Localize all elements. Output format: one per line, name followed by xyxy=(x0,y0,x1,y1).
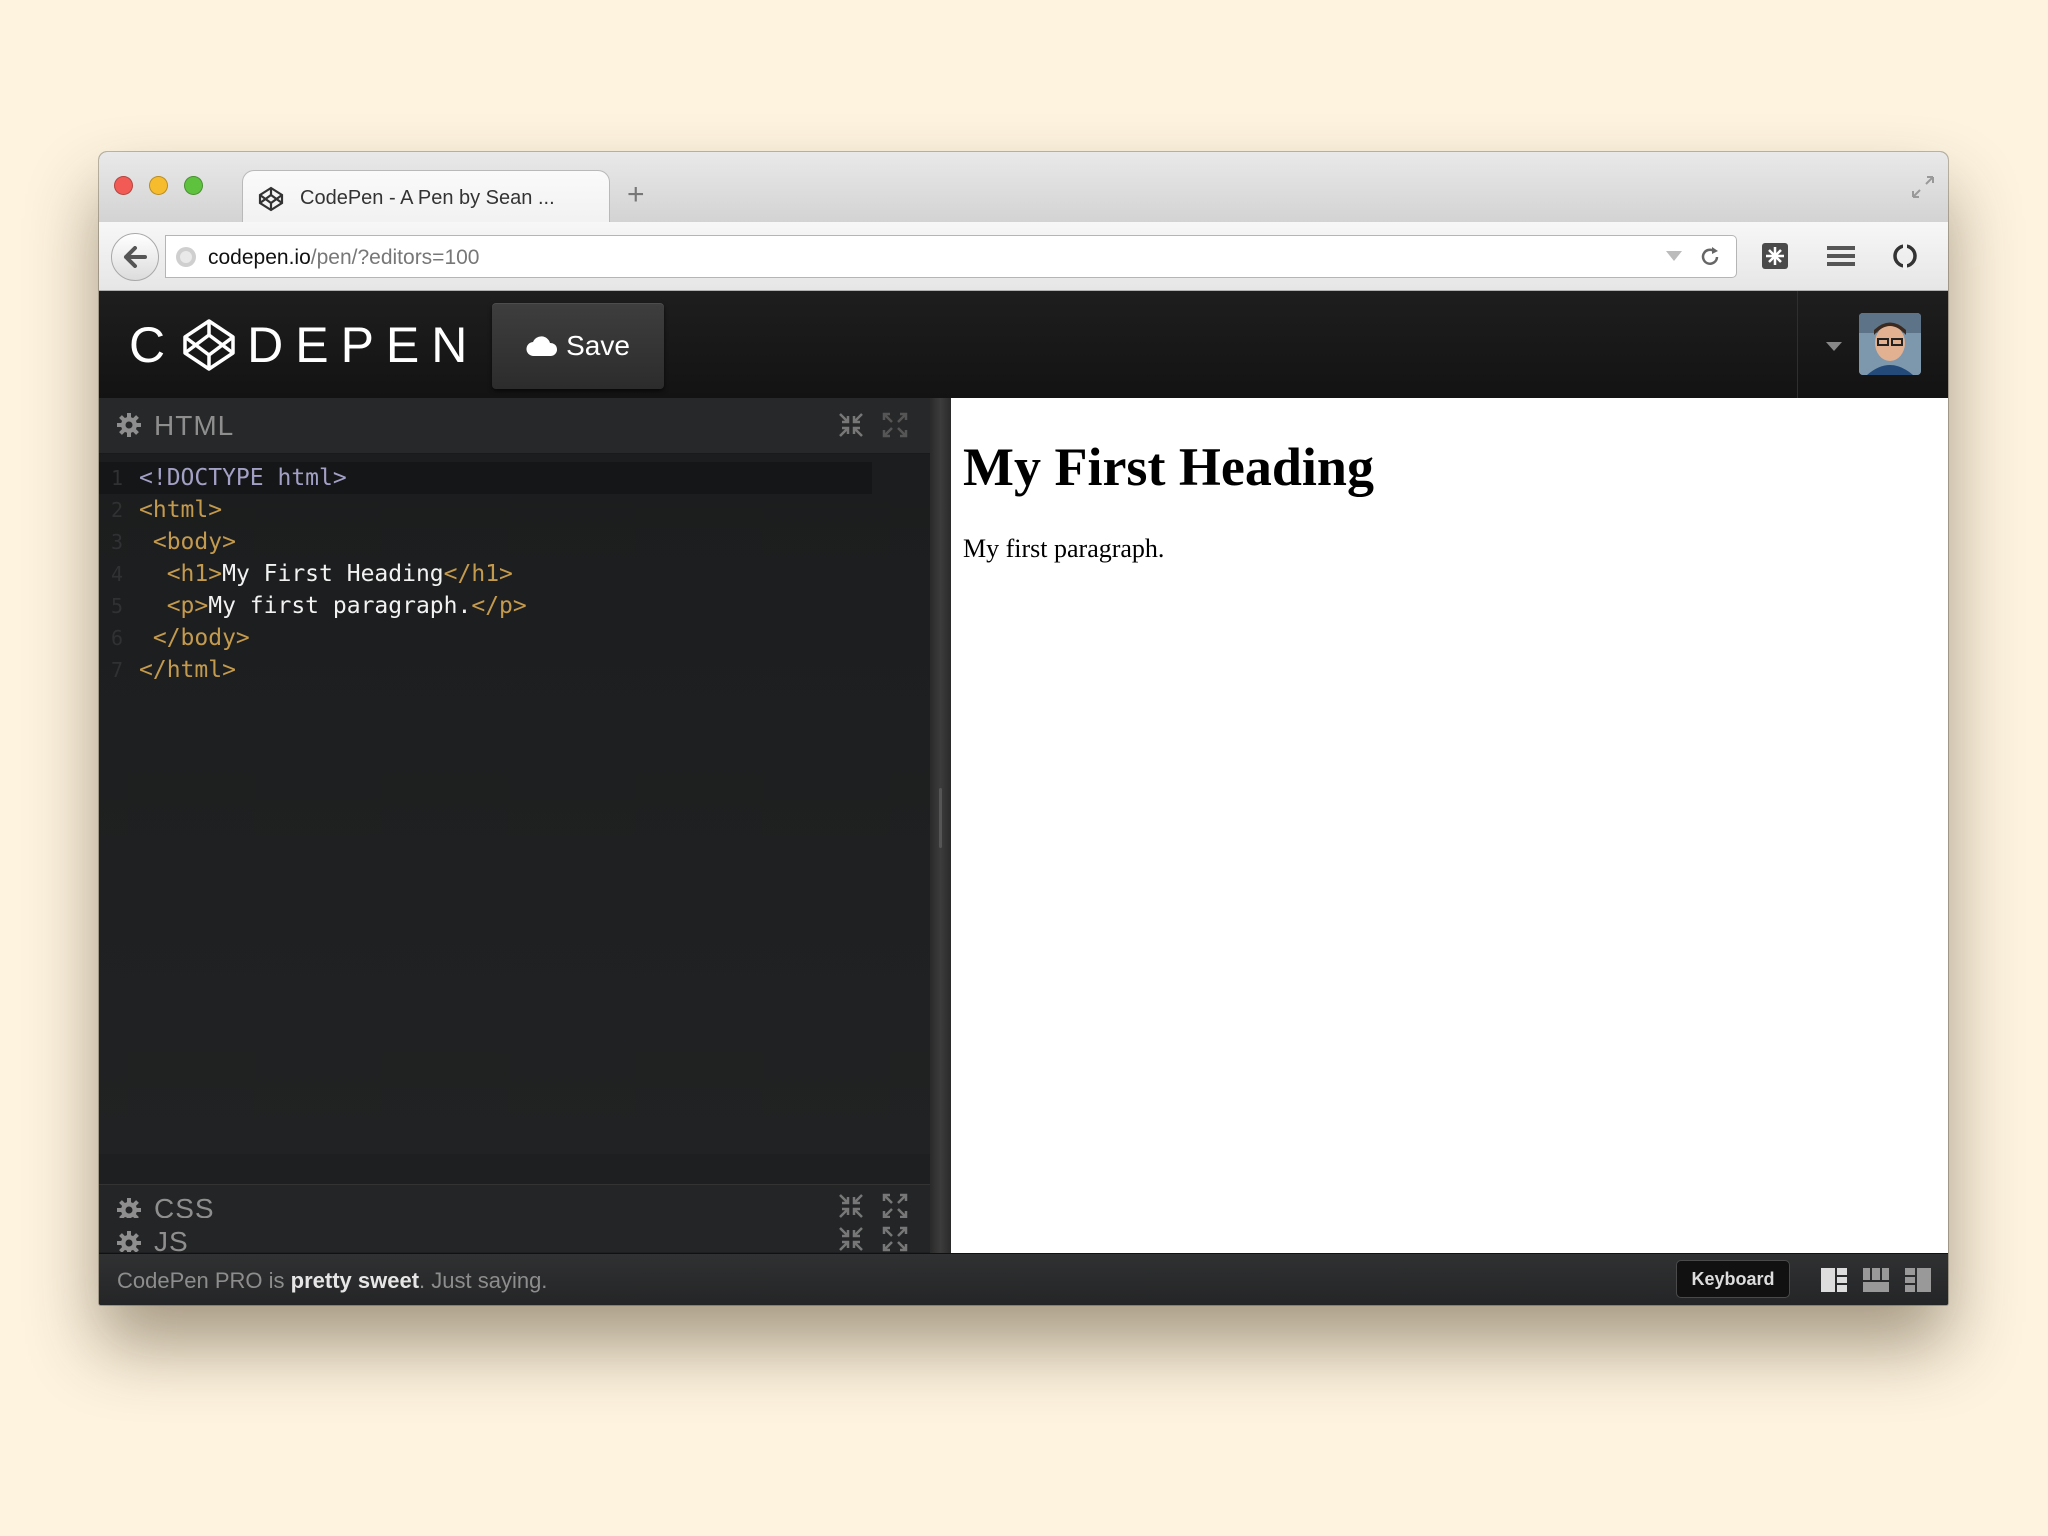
extension-icon[interactable] xyxy=(1761,242,1789,270)
line-number: 4 xyxy=(111,562,124,586)
header-divider xyxy=(1797,291,1798,398)
zoom-window-button[interactable] xyxy=(184,176,203,195)
code-token: </h1> xyxy=(443,561,513,587)
editor-resize-handle[interactable] xyxy=(930,398,951,1253)
css-collapse-icon[interactable] xyxy=(838,1193,864,1219)
logo-text-right: DEPEN xyxy=(247,317,480,373)
address-bar[interactable]: codepen.io/pen/?editors=100 xyxy=(165,235,1737,278)
navigation-bar: codepen.io/pen/?editors=100 xyxy=(99,222,1948,291)
html-editor-header: HTML xyxy=(99,398,930,454)
html-code-editor[interactable]: 1 <!DOCTYPE html> 2 <html> 3 <body> 4 <h1>My … xyxy=(99,454,930,1223)
fullscreen-icon[interactable] xyxy=(1910,174,1936,200)
code-token: </p> xyxy=(471,593,527,619)
sync-icon[interactable] xyxy=(1891,242,1919,270)
code-text: <html> xyxy=(139,494,222,526)
code-text: <h1>My First Heading</h1> xyxy=(139,558,513,590)
save-button[interactable]: Save xyxy=(492,303,664,389)
keyboard-button[interactable]: Keyboard xyxy=(1676,1260,1790,1298)
line-number: 2 xyxy=(111,498,124,522)
codepen-favicon-icon xyxy=(258,186,284,212)
code-token: <!DOCTYPE html> xyxy=(139,465,347,491)
tab-title: CodePen - A Pen by Sean ... xyxy=(300,187,555,209)
new-tab-button[interactable]: + xyxy=(627,180,645,210)
layout-right-icon[interactable] xyxy=(1904,1266,1932,1294)
url-dropdown-icon[interactable] xyxy=(1666,251,1682,261)
line-number: 6 xyxy=(111,626,124,650)
logo-text-left: C xyxy=(129,317,178,373)
url-path: /pen/?editors=100 xyxy=(310,246,480,269)
cloud-icon xyxy=(526,336,558,357)
code-token: <html> xyxy=(139,497,223,523)
tab-bar: CodePen - A Pen by Sean ... + xyxy=(99,152,1948,225)
preview-pane: My First Heading My first paragraph. xyxy=(951,398,1948,1253)
code-token: </body> xyxy=(139,625,250,651)
code-token: </html> xyxy=(139,657,236,683)
save-label: Save xyxy=(566,330,630,361)
code-text: </body> xyxy=(139,622,250,654)
preview-heading: My First Heading xyxy=(963,437,1374,497)
css-editor-header[interactable]: CSS xyxy=(99,1184,930,1219)
editor-column: HTML 1 <!DOCTYPE html> 2 <html> 3 <body> 4 <h… xyxy=(99,398,930,1253)
url-text: codepen.io/pen/?editors=100 xyxy=(208,246,479,270)
promo-text-bold: pretty sweet xyxy=(290,1268,420,1293)
js-editor-header[interactable]: JS xyxy=(99,1218,930,1252)
browser-tab[interactable]: CodePen - A Pen by Sean ... xyxy=(242,170,610,225)
avatar-image xyxy=(1859,313,1921,375)
line-number: 3 xyxy=(111,530,124,554)
js-collapse-icon[interactable] xyxy=(838,1226,864,1252)
code-token: My First Heading xyxy=(222,561,444,587)
resize-grip xyxy=(939,788,942,848)
code-token: <h1> xyxy=(139,561,223,587)
code-text: <body> xyxy=(139,526,236,558)
globe-icon xyxy=(176,247,196,267)
pro-promo[interactable]: CodePen PRO is pretty sweet. Just saying… xyxy=(117,1268,547,1294)
user-menu-caret-icon[interactable] xyxy=(1826,342,1842,351)
promo-text-c: . Just saying. xyxy=(419,1268,548,1293)
browser-window: CodePen - A Pen by Sean ... + codepen.io… xyxy=(99,152,1948,1305)
line-number: 5 xyxy=(111,594,124,618)
code-token: <p> xyxy=(139,593,209,619)
line-number: 7 xyxy=(111,658,124,682)
code-token: My first paragraph. xyxy=(208,593,472,619)
line-number: 1 xyxy=(111,466,124,490)
codepen-header: C DEPEN Save xyxy=(99,291,1948,398)
footer-bar: CodePen PRO is pretty sweet. Just saying… xyxy=(99,1253,1948,1305)
minimize-window-button[interactable] xyxy=(149,176,168,195)
code-token: <body> xyxy=(139,529,236,555)
css-editor-title: CSS xyxy=(154,1193,215,1219)
css-expand-icon[interactable] xyxy=(882,1193,908,1219)
code-text: <!DOCTYPE html> xyxy=(139,462,347,494)
css-settings-gear-icon[interactable] xyxy=(116,1197,142,1219)
code-text: <p>My first paragraph.</p> xyxy=(139,590,527,622)
back-arrow-icon xyxy=(124,246,147,268)
js-editor-title: JS xyxy=(154,1226,189,1252)
menu-icon[interactable] xyxy=(1827,244,1855,268)
reload-icon[interactable] xyxy=(1698,245,1722,269)
code-text: </html> xyxy=(139,654,236,686)
html-settings-gear-icon[interactable] xyxy=(116,412,142,438)
codepen-logo-icon xyxy=(183,319,235,371)
html-collapse-icon[interactable] xyxy=(838,412,864,438)
preview-paragraph: My first paragraph. xyxy=(963,534,1165,563)
close-window-button[interactable] xyxy=(114,176,133,195)
layout-left-icon[interactable] xyxy=(1820,1266,1848,1294)
html-expand-icon[interactable] xyxy=(882,412,908,438)
user-avatar[interactable] xyxy=(1859,313,1921,375)
layout-top-icon[interactable] xyxy=(1862,1266,1890,1294)
back-button[interactable] xyxy=(111,233,159,281)
js-settings-gear-icon[interactable] xyxy=(116,1230,142,1252)
url-host: codepen.io xyxy=(208,246,311,269)
js-expand-icon[interactable] xyxy=(882,1226,908,1252)
codepen-logo[interactable]: C DEPEN xyxy=(129,315,479,375)
promo-text-a: CodePen PRO is xyxy=(117,1268,291,1293)
html-editor-title: HTML xyxy=(154,410,235,441)
